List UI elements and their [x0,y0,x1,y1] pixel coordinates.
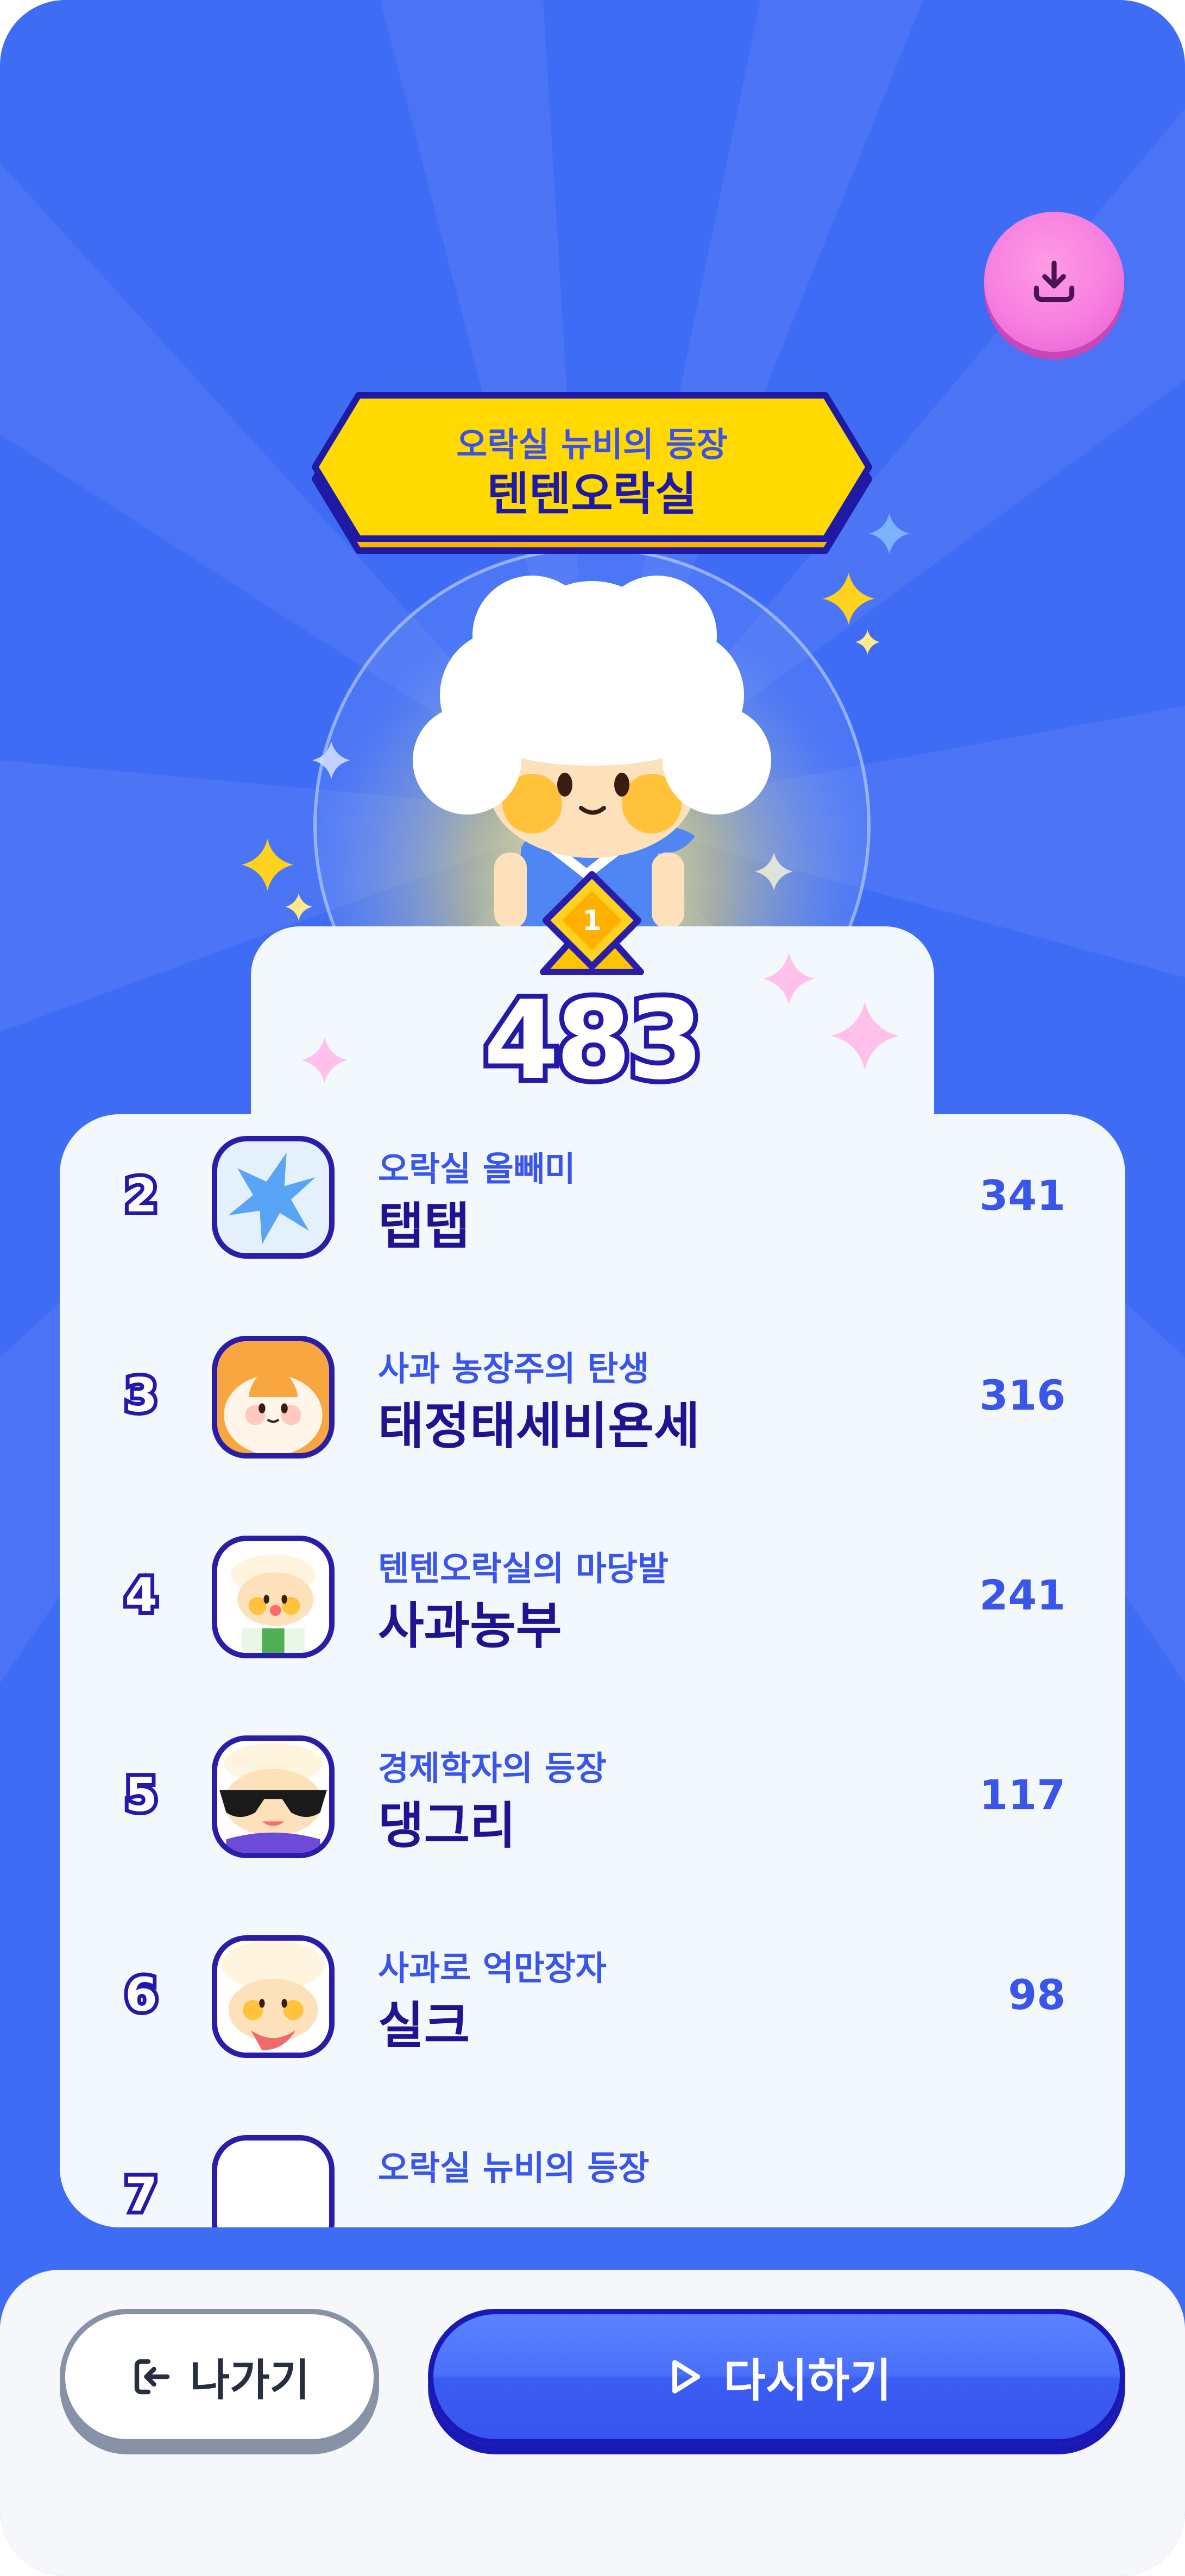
sunglasses-avatar [217,1741,329,1853]
winner-name: 텐텐오락실 [487,468,697,521]
sparkle-icon [763,953,815,1005]
leaderboard-row[interactable]: 6 사과로 억만장자 실크 98 [60,1914,1125,2076]
player-score: 98 [1008,1971,1066,2019]
rank-number: 3 [121,1365,161,1426]
bottom-action-bar: 나가기 다시하기 [0,2270,1185,2576]
player-name: 댕그리 [378,1797,516,1855]
retry-label: 다시하기 [723,2353,892,2407]
winner-title-badge: 오락실 뉴비의 등장 텐텐오락실 [304,384,880,558]
sparkle-icon [301,1037,348,1083]
sparkle-icon [831,1002,899,1070]
exit-button[interactable]: 나가기 [60,2309,379,2445]
retry-button[interactable]: 다시하기 [428,2309,1125,2445]
blue-star-icon [228,1152,316,1245]
exit-icon [134,2359,169,2395]
leaderboard-row[interactable]: 4 텐텐오락실의 마당발 사과농부 241 [60,1514,1125,1677]
player-score: 241 [979,1571,1066,1619]
player-avatar [212,2135,335,2227]
play-icon [672,2360,701,2394]
first-place-medal-icon: 1 [540,871,644,975]
rank-number: 6 [121,1964,161,2026]
leaderboard-list[interactable]: 2 오락실 올빼미 탭탭 341 3 사과 농장주의 탄생 태정태세비욘세 31… [60,1114,1125,2227]
player-subtitle: 사과 농장주의 탄생 [378,1349,650,1388]
leaderboard-row[interactable]: 2 오락실 올빼미 탭탭 341 [60,1114,1125,1277]
result-screen: 1 483 오락실 뉴비의 등장 텐텐오락실 2 오락실 올빼미 탭탭 341 … [0,0,1185,2576]
leaderboard-row[interactable]: 7 오락실 뉴비의 등장 [60,2113,1125,2227]
player-avatar [212,1935,335,2058]
player-avatar [212,1136,335,1259]
download-icon [1033,260,1075,302]
player-name: 태정태세비욘세 [378,1397,700,1455]
player-score: 117 [979,1771,1066,1819]
player-avatar [212,1735,335,1858]
player-subtitle: 오락실 올빼미 [378,1149,576,1189]
rank-number: 7 [121,2164,161,2226]
winner-score: 483 [478,973,708,1109]
cat-avatar [217,1341,329,1453]
leaderboard-row[interactable]: 3 사과 농장주의 탄생 태정태세비욘세 316 [60,1314,1125,1477]
player-name: 사과농부 [378,1597,562,1655]
leaderboard-row[interactable]: 5 경제학자의 등장 댕그리 117 [60,1714,1125,1877]
download-button[interactable] [984,212,1124,352]
player-subtitle: 텐텐오락실의 마당발 [378,1549,669,1588]
partial-avatar [217,2141,329,2227]
sparkle-icon [242,839,293,891]
exit-label: 나가기 [190,2355,310,2405]
player-name: 탭탭 [378,1197,470,1255]
player-score: 316 [979,1371,1066,1419]
player-subtitle: 오락실 뉴비의 등장 [378,2148,650,2188]
player-subtitle: 경제학자의 등장 [378,1748,607,1788]
player-name: 실크 [378,1997,470,2055]
player-avatar [212,1336,335,1459]
silk-avatar [217,1941,329,2053]
rank-number: 4 [121,1564,161,1626]
farmer-avatar [217,1541,329,1653]
player-subtitle: 사과로 억만장자 [378,1948,607,1988]
rank-number: 5 [121,1764,161,1826]
winner-rank: 1 [582,905,602,937]
player-avatar [212,1536,335,1658]
rank-number: 2 [121,1165,161,1227]
player-score: 341 [979,1171,1066,1220]
